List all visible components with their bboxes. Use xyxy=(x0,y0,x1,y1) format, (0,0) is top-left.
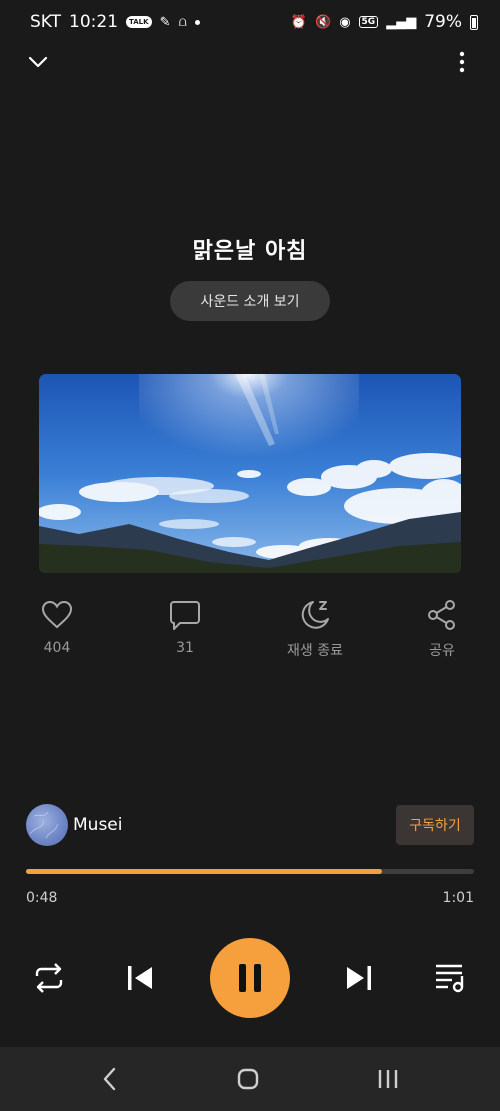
alarm-icon: ⏰ xyxy=(290,14,308,30)
progress-fill xyxy=(26,869,383,874)
sound-intro-button[interactable]: 사운드 소개 보기 xyxy=(170,281,330,321)
player-screen: SKT 10:21 TALK ✎ ⩍ ⏰ 🔇 ◉ 5G ▂▄▆ 79% 맑은날 … xyxy=(0,0,500,1111)
share-icon xyxy=(428,600,455,630)
signal-icon: ▂▄▆ xyxy=(386,14,417,30)
carrier-label: SKT xyxy=(30,12,62,32)
more-notifications-dot xyxy=(194,19,200,25)
top-bar xyxy=(0,48,500,78)
playlist-icon[interactable] xyxy=(434,962,468,994)
battery-icon xyxy=(470,14,478,30)
channel-name[interactable]: Musei xyxy=(73,815,122,835)
current-time: 0:48 xyxy=(26,890,58,906)
like-button[interactable]: 404 xyxy=(7,598,107,656)
status-bar: SKT 10:21 TALK ✎ ⩍ ⏰ 🔇 ◉ 5G ▂▄▆ 79% xyxy=(0,0,500,44)
progress-bar[interactable] xyxy=(26,869,474,874)
mute-icon: 🔇 xyxy=(315,14,332,30)
skip-previous-icon[interactable] xyxy=(126,964,154,992)
pause-icon xyxy=(239,964,261,992)
pause-button[interactable] xyxy=(210,938,290,1018)
playback-controls xyxy=(0,938,500,1018)
back-icon[interactable] xyxy=(95,1065,125,1093)
status-left: SKT 10:21 TALK ✎ ⩍ xyxy=(30,12,200,32)
sleep-timer-label: 재생 종료 xyxy=(287,643,343,659)
mustache-app-icon: ⩍ xyxy=(178,14,187,30)
share-button[interactable]: 공유 xyxy=(392,598,492,660)
status-right: ⏰ 🔇 ◉ 5G ▂▄▆ 79% xyxy=(291,12,478,32)
heart-icon xyxy=(41,600,73,629)
skip-next-icon[interactable] xyxy=(345,964,373,992)
album-artwork xyxy=(39,374,461,573)
track-title: 맑은날 아침 xyxy=(192,239,308,264)
hotspot-icon: ◉ xyxy=(339,14,351,30)
avatar[interactable] xyxy=(26,804,68,846)
comment-count: 31 xyxy=(176,640,194,656)
share-label: 공유 xyxy=(429,643,455,659)
comment-button[interactable]: 31 xyxy=(135,598,235,656)
repeat-icon[interactable] xyxy=(32,962,66,994)
more-vertical-icon[interactable] xyxy=(450,50,474,74)
battery-percent: 79% xyxy=(424,12,462,32)
sleep-timer-button[interactable]: 재생 종료 xyxy=(265,598,365,660)
track-actions: 404 31 재생 종료 공유 xyxy=(0,598,500,668)
subscribe-button[interactable]: 구독하기 xyxy=(396,805,474,845)
chevron-down-icon[interactable] xyxy=(26,50,50,74)
recent-apps-icon[interactable] xyxy=(373,1065,403,1093)
clock: 10:21 xyxy=(69,12,119,32)
kakaotalk-icon: TALK xyxy=(126,16,152,28)
notification-app-icon: ✎ xyxy=(159,14,171,30)
total-time: 1:01 xyxy=(442,890,474,906)
home-icon[interactable] xyxy=(233,1065,263,1093)
like-count: 404 xyxy=(43,640,71,656)
moon-sleep-icon xyxy=(301,601,329,629)
network-type-icon: 5G xyxy=(358,16,379,28)
comment-icon xyxy=(170,601,200,630)
channel-row: Musei 구독하기 xyxy=(26,804,474,846)
system-nav-bar xyxy=(0,1047,500,1111)
